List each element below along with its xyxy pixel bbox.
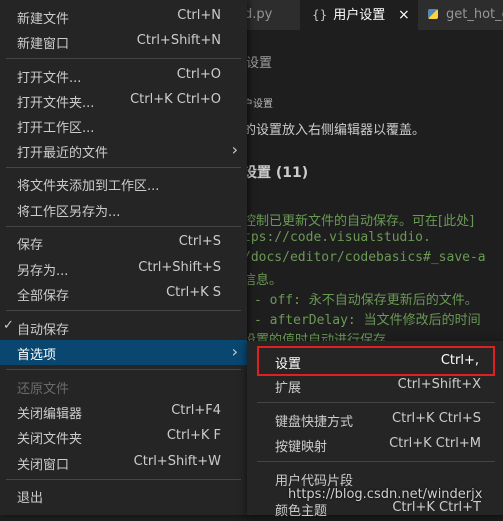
menu-item-label: 关闭编辑器 — [17, 407, 83, 422]
menu-item-label: 按键映射 — [275, 440, 328, 455]
menu-item-label: 关闭窗口 — [17, 458, 70, 473]
menu-item-open-workspace[interactable]: 打开工作区... — [0, 113, 247, 138]
menu-item-label: 另存为... — [17, 264, 69, 279]
menu-item-shortcut: Ctrl+K Ctrl+O — [130, 92, 221, 107]
menu-item-label: 自动保存 — [17, 323, 70, 338]
comment-line: tps://code.visualstudio. — [243, 230, 431, 245]
tab-label: 用户设置 — [333, 8, 386, 23]
menu-item-label: 打开最近的文件 — [17, 146, 109, 161]
chevron-right-icon: › — [231, 342, 238, 361]
menu-item-shortcut: Ctrl+Shift+W — [133, 454, 221, 469]
menu-item-label: 新建文件 — [17, 12, 70, 27]
menu-item-label: 将工作区另存为... — [17, 205, 121, 220]
menu-separator — [6, 369, 241, 370]
menu-item-revert-file: 还原文件 — [0, 374, 247, 399]
comment-line: - afterDelay: 当文件修改后的时间 — [254, 313, 481, 328]
menu-item-shortcut: Ctrl+O — [176, 67, 221, 82]
tab-get-hot[interactable]: get_hot_c — [418, 0, 503, 30]
json-braces-icon: {} — [312, 8, 328, 22]
close-icon[interactable]: × — [398, 0, 410, 30]
python-file-icon — [428, 9, 438, 19]
settings-heading: 设置 (11) — [243, 165, 309, 181]
menu-item-shortcut: Ctrl+N — [177, 8, 221, 23]
menu-item-label: 将文件夹添加到工作区... — [17, 179, 160, 194]
menu-item-close-window[interactable]: 关闭窗口 Ctrl+Shift+W — [0, 450, 247, 475]
menu-item-new-file[interactable]: 新建文件 Ctrl+N — [0, 4, 247, 29]
checkmark-icon: ✓ — [3, 318, 14, 333]
menu-item-label: 打开文件夹... — [17, 96, 95, 111]
submenu-item-settings[interactable]: 设置 Ctrl+, — [257, 346, 495, 376]
settings-title: 设置 — [246, 56, 273, 71]
menu-separator — [6, 58, 241, 59]
menu-item-save[interactable]: 保存 Ctrl+S — [0, 230, 247, 255]
submenu-item-keymaps[interactable]: 按键映射 Ctrl+K Ctrl+M — [247, 432, 503, 457]
menu-item-label: 退出 — [17, 491, 44, 506]
settings-description: 的设置放入右侧编辑器以覆盖。 — [243, 123, 426, 138]
menu-item-new-window[interactable]: 新建窗口 Ctrl+Shift+N — [0, 29, 247, 54]
menu-separator — [6, 479, 241, 480]
menu-item-label: 打开工作区... — [17, 121, 95, 136]
menu-item-shortcut: Ctrl+Shift+S — [138, 260, 221, 275]
menu-item-shortcut: Ctrl+F4 — [171, 403, 221, 418]
menu-item-save-as[interactable]: 另存为... Ctrl+Shift+S — [0, 256, 247, 281]
menu-item-shortcut: Ctrl+K Ctrl+S — [392, 411, 481, 426]
comment-line: - off: 永不自动保存更新后的文件。 — [254, 293, 478, 308]
menu-item-label: 扩展 — [275, 381, 302, 396]
menu-item-shortcut: Ctrl+S — [178, 234, 221, 249]
menu-item-label: 设置 — [275, 357, 302, 372]
tab-python-file[interactable]: d.py — [240, 0, 300, 30]
comment-line: /docs/editor/codebasics#_save-a — [243, 250, 486, 265]
menu-item-label: 新建窗口 — [17, 37, 70, 52]
menu-item-open-recent[interactable]: 打开最近的文件 › — [0, 138, 247, 163]
section-label: 户设置 — [243, 99, 273, 110]
comment-line: 控制已更新文件的自动保存。可在[此处] — [243, 214, 475, 229]
tab-label: d.py — [244, 7, 273, 22]
file-menu: 新建文件 Ctrl+N 新建窗口 Ctrl+Shift+N 打开文件... Ct… — [0, 0, 247, 515]
menu-item-exit[interactable]: 退出 — [0, 483, 247, 508]
menu-item-label: 全部保存 — [17, 289, 70, 304]
menu-item-open-file[interactable]: 打开文件... Ctrl+O — [0, 63, 247, 88]
menu-item-shortcut: Ctrl+K Ctrl+M — [389, 436, 481, 451]
menu-item-open-folder[interactable]: 打开文件夹... Ctrl+K Ctrl+O — [0, 88, 247, 113]
menu-item-shortcut: Ctrl+Shift+X — [397, 377, 481, 392]
menu-item-label: 关闭文件夹 — [17, 432, 83, 447]
menu-item-preferences[interactable]: 首选项 › — [0, 340, 247, 365]
submenu-item-extensions[interactable]: 扩展 Ctrl+Shift+X — [247, 373, 503, 398]
menu-item-label: 还原文件 — [17, 382, 70, 397]
submenu-item-keyboard-shortcuts[interactable]: 键盘快捷方式 Ctrl+K Ctrl+S — [247, 407, 503, 432]
menu-separator — [6, 167, 241, 168]
menu-item-shortcut: Ctrl+Shift+N — [136, 33, 221, 48]
menu-item-save-workspace-as[interactable]: 将工作区另存为... — [0, 197, 247, 222]
menu-item-label: 首选项 — [17, 348, 57, 363]
menu-item-label: 保存 — [17, 238, 44, 253]
menu-item-shortcut: Ctrl+K Ctrl+T — [392, 500, 481, 515]
menu-separator — [6, 310, 241, 311]
menu-item-add-folder-to-workspace[interactable]: 将文件夹添加到工作区... — [0, 171, 247, 196]
chevron-right-icon: › — [231, 140, 238, 159]
comment-line: 信息。 — [243, 273, 283, 288]
menu-item-close-editor[interactable]: 关闭编辑器 Ctrl+F4 — [0, 399, 247, 424]
menu-item-shortcut: Ctrl+K S — [166, 285, 221, 300]
tab-label: get_hot_c — [446, 7, 503, 22]
menu-item-auto-save[interactable]: ✓ 自动保存 — [0, 315, 247, 340]
menu-separator — [257, 461, 495, 462]
menu-item-shortcut: Ctrl+, — [440, 353, 479, 368]
breadcrumb — [246, 38, 503, 78]
watermark: https://blog.csdn.net/winderjx — [288, 487, 483, 502]
menu-separator — [257, 402, 495, 403]
tab-user-settings[interactable]: {} 用户设置 × — [300, 0, 418, 30]
menu-item-shortcut: Ctrl+K F — [166, 428, 221, 443]
menu-item-label: 键盘快捷方式 — [275, 415, 354, 430]
menu-item-save-all[interactable]: 全部保存 Ctrl+K S — [0, 281, 247, 306]
menu-item-close-folder[interactable]: 关闭文件夹 Ctrl+K F — [0, 424, 247, 449]
menu-separator — [6, 226, 241, 227]
menu-item-label: 颜色主题 — [275, 504, 328, 519]
menu-item-label: 打开文件... — [17, 71, 82, 86]
